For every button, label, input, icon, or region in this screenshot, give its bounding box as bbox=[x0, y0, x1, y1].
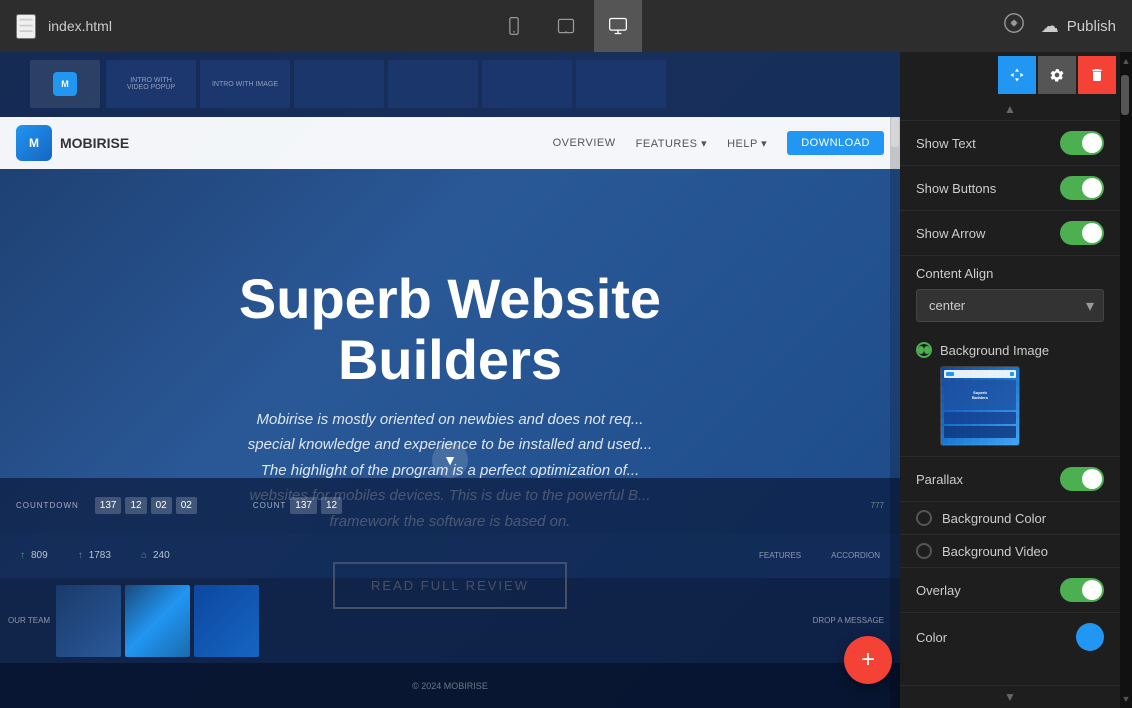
show-buttons-row: Show Buttons bbox=[900, 166, 1120, 211]
nav-features: FEATURES ▾ bbox=[636, 137, 707, 150]
overlay-label: Overlay bbox=[916, 583, 961, 598]
parallax-label: Parallax bbox=[916, 472, 963, 487]
canvas[interactable]: M INTRO WITHVIDEO POPUP INTRO WITH IMAGE bbox=[0, 52, 900, 708]
hero-title: Superb WebsiteBuilders bbox=[239, 268, 661, 391]
tablet-device-btn[interactable] bbox=[542, 0, 590, 52]
logo-icon: M bbox=[16, 125, 52, 161]
color-row: Color bbox=[900, 613, 1120, 661]
bg-image-radio[interactable] bbox=[916, 342, 932, 358]
overlay-toggle[interactable] bbox=[1060, 578, 1104, 602]
bg-image-thumbnail[interactable]: SuperbBuilders bbox=[940, 366, 1020, 446]
outer-scroll-down[interactable]: ▼ bbox=[1120, 690, 1132, 708]
show-text-label: Show Text bbox=[916, 136, 976, 151]
site-nav: OVERVIEW FEATURES ▾ HELP ▾ DOWNLOAD bbox=[553, 131, 884, 155]
canvas-scroll-thumb bbox=[891, 117, 899, 147]
stats-row: ↑ 809 ↑ 1783 ⌂ 240 FEATURES Accordion bbox=[0, 533, 900, 578]
mobile-device-btn[interactable] bbox=[490, 0, 538, 52]
outer-scroll-up[interactable]: ▲ bbox=[1120, 52, 1132, 70]
color-swatch[interactable] bbox=[1076, 623, 1104, 651]
filename: index.html bbox=[48, 18, 112, 34]
outer-scroll-track bbox=[1120, 70, 1132, 690]
bg-image-preview: SuperbBuilders bbox=[941, 367, 1019, 445]
panel-toolbar bbox=[900, 52, 1120, 98]
show-arrow-toggle[interactable] bbox=[1060, 221, 1104, 245]
canvas-content: Superb WebsiteBuilders Mobirise is mostl… bbox=[0, 169, 900, 708]
delete-btn[interactable] bbox=[1078, 56, 1116, 94]
outer-scroll-thumb bbox=[1121, 75, 1129, 115]
site-logo: M MOBIRISE bbox=[16, 125, 129, 161]
show-buttons-label: Show Buttons bbox=[916, 181, 996, 196]
preview-btn[interactable] bbox=[1003, 12, 1025, 40]
bg-color-label: Background Color bbox=[942, 511, 1046, 526]
parallax-row: Parallax bbox=[900, 457, 1120, 502]
move-btn[interactable] bbox=[998, 56, 1036, 94]
device-switcher bbox=[490, 0, 642, 52]
bg-image-row: Background Image bbox=[916, 342, 1104, 358]
color-label: Color bbox=[916, 630, 947, 645]
overlay-row: Overlay bbox=[900, 568, 1120, 613]
content-align-select-wrapper: center left right bbox=[916, 289, 1104, 322]
publish-btn[interactable]: ☁ Publish bbox=[1041, 16, 1116, 37]
bg-video-radio[interactable] bbox=[916, 543, 932, 559]
right-panel: ▲ Show Text Show Buttons Show Arrow Cont… bbox=[900, 52, 1120, 708]
show-text-row: Show Text bbox=[900, 121, 1120, 166]
panel-scroll-down[interactable]: ▼ bbox=[900, 685, 1120, 708]
thumbnail-strip: M INTRO WITHVIDEO POPUP INTRO WITH IMAGE bbox=[0, 52, 900, 117]
nav-overview: OVERVIEW bbox=[553, 137, 616, 149]
panel-scroll-up[interactable]: ▲ bbox=[900, 98, 1120, 121]
show-arrow-row: Show Arrow bbox=[900, 211, 1120, 256]
content-align-label: Content Align bbox=[916, 266, 1104, 281]
publish-label: Publish bbox=[1067, 18, 1116, 35]
show-buttons-toggle[interactable] bbox=[1060, 176, 1104, 200]
scroll-down-arrow[interactable]: ▼ bbox=[432, 442, 468, 478]
show-arrow-label: Show Arrow bbox=[916, 226, 985, 241]
cloud-icon: ☁ bbox=[1041, 16, 1059, 37]
bg-image-label: Background Image bbox=[940, 343, 1049, 358]
bg-color-radio[interactable] bbox=[916, 510, 932, 526]
menu-icon[interactable]: ☰ bbox=[16, 14, 36, 39]
canvas-scrollbar bbox=[890, 117, 900, 708]
background-image-section: Background Image SuperbBuilders bbox=[900, 332, 1120, 457]
show-text-toggle[interactable] bbox=[1060, 131, 1104, 155]
app-header: ☰ index.html ☁ Publish bbox=[0, 0, 1132, 52]
bg-video-label: Background Video bbox=[942, 544, 1048, 559]
parallax-toggle[interactable] bbox=[1060, 467, 1104, 491]
countdown-section: COUNTDOWN 137 12 02 02 COUNT 137 12 777 bbox=[0, 478, 900, 533]
outer-scrollbar: ▲ ▼ bbox=[1120, 52, 1132, 708]
main-area: M INTRO WITHVIDEO POPUP INTRO WITH IMAGE bbox=[0, 52, 1132, 708]
footer-bar: © 2024 MOBIRISE bbox=[0, 663, 900, 708]
background-color-row: Background Color bbox=[900, 502, 1120, 535]
nav-download-btn[interactable]: DOWNLOAD bbox=[787, 131, 884, 155]
fab-add-btn[interactable]: + bbox=[844, 636, 892, 684]
header-right: ☁ Publish bbox=[1003, 12, 1116, 40]
site-logo-text: MOBIRISE bbox=[60, 135, 129, 151]
background-video-row: Background Video bbox=[900, 535, 1120, 568]
site-navbar: M MOBIRISE OVERVIEW FEATURES ▾ HELP ▾ DO… bbox=[0, 117, 900, 169]
fab-icon: + bbox=[861, 646, 875, 674]
desktop-device-btn[interactable] bbox=[594, 0, 642, 52]
nav-help: HELP ▾ bbox=[727, 137, 767, 150]
features-row: OUR TEAM DROP A MESSAGE bbox=[0, 578, 900, 663]
content-align-select[interactable]: center left right bbox=[916, 289, 1104, 322]
content-align-section: Content Align center left right bbox=[900, 256, 1120, 332]
settings-btn[interactable] bbox=[1038, 56, 1076, 94]
